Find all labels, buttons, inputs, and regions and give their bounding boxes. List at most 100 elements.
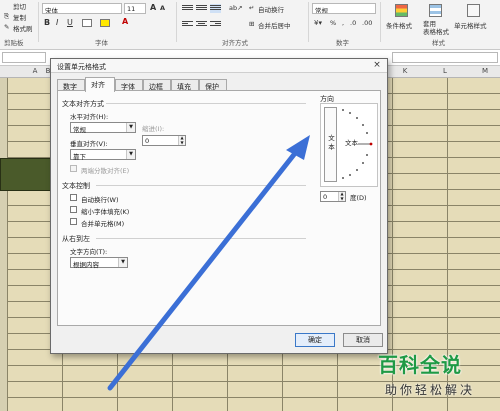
styles-group-label: 样式 <box>432 39 445 47</box>
align-right-icon[interactable] <box>210 20 221 29</box>
shrink-to-fit-checkbox[interactable] <box>70 206 77 213</box>
dial-dot <box>349 112 351 114</box>
copy-button[interactable]: ⎘ 复制 <box>2 10 36 22</box>
shrink-font-button[interactable]: A <box>160 4 165 12</box>
cell-styles-button[interactable]: 单元格样式 <box>452 2 496 34</box>
dial-handle <box>369 142 373 146</box>
close-icon[interactable]: × <box>371 60 383 71</box>
watermark-title: 百科全说 <box>378 353 462 377</box>
dial-dot <box>342 177 344 179</box>
selected-cell-range[interactable] <box>0 158 54 191</box>
format-cells-dialog: 设置单元格格式 × 数字 对齐 字体 边框 填充 保护 文本对齐方式 水平对齐(… <box>50 58 388 354</box>
dial-text-label: 文本 <box>345 137 358 147</box>
format-painter-button[interactable]: ✎ 格式刷 <box>2 21 36 33</box>
ribbon-divider <box>380 2 381 42</box>
dialog-title: 设置单元格格式 <box>57 63 106 71</box>
formula-input[interactable] <box>392 52 498 63</box>
dial-dot <box>366 154 368 156</box>
text-control-heading: 文本控制 <box>62 182 90 190</box>
watermark-subtitle: 助你轻松解决 <box>385 383 476 397</box>
comma-button[interactable]: , <box>342 19 344 27</box>
align-center-icon[interactable] <box>196 20 207 29</box>
copy-icon: ⎘ <box>4 12 10 20</box>
align-middle-icon[interactable] <box>196 4 207 13</box>
border-icon[interactable] <box>82 19 92 27</box>
horizontal-align-select[interactable]: 常规 ▼ <box>70 122 136 134</box>
brush-icon: ✎ <box>4 23 10 31</box>
format-as-table-label: 套用 表格格式 <box>423 20 449 36</box>
column-header[interactable]: M <box>458 67 500 75</box>
section-divider <box>96 185 306 186</box>
section-divider <box>96 238 306 239</box>
stepper-arrows-icon[interactable]: ▲ ▼ <box>338 191 345 201</box>
stepper-arrows-icon[interactable]: ▲ ▼ <box>178 135 185 145</box>
decrease-decimal-button[interactable]: .00 <box>362 19 372 27</box>
shrink-to-fit-label: 缩小字体填充(K) <box>81 208 130 216</box>
wrap-text-label: 自动换行(W) <box>81 196 119 204</box>
align-left-icon[interactable] <box>182 20 193 29</box>
alignment-panel: 文本对齐方式 水平对齐(H): 常规 ▼ 缩进(I): 垂直对齐(V): 0 ▲… <box>57 90 381 326</box>
row-header-bar <box>0 78 8 411</box>
text-direction-label: 文字方向(T): <box>70 248 108 256</box>
underline-button[interactable]: U <box>67 18 73 27</box>
cancel-button[interactable]: 取消 <box>343 333 383 347</box>
degrees-label: 度(D) <box>350 194 367 202</box>
bold-button[interactable]: B <box>44 18 50 27</box>
cell-styles-label: 单元格样式 <box>454 22 487 30</box>
wrap-text-label: 自动换行 <box>258 6 284 14</box>
chevron-down-icon: ▼ <box>118 258 127 267</box>
tab-alignment[interactable]: 对齐 <box>85 77 115 92</box>
vertical-align-label: 垂直对齐(V): <box>70 140 108 148</box>
wrap-text-button[interactable]: ↵ 自动换行 <box>248 2 308 14</box>
ribbon-divider <box>176 2 177 42</box>
name-box[interactable] <box>2 52 46 63</box>
format-as-table-button[interactable]: 套用 表格格式 <box>420 2 450 36</box>
merge-center-button[interactable]: ⊞ 合并后居中 <box>248 18 310 30</box>
wrap-text-checkbox[interactable] <box>70 194 77 201</box>
grow-font-button[interactable]: A <box>150 3 156 12</box>
wrap-icon: ↵ <box>249 4 255 12</box>
indent-stepper[interactable]: 0 ▲ ▼ <box>142 135 186 146</box>
merge-cells-checkbox[interactable] <box>70 218 77 225</box>
ok-button[interactable]: 确定 <box>295 333 335 347</box>
font-size-select[interactable]: 11 <box>124 3 146 14</box>
chevron-down-icon: ▼ <box>126 123 135 132</box>
ribbon-divider <box>308 2 309 42</box>
increase-decimal-button[interactable]: .0 <box>350 19 356 27</box>
ribbon: 剪切 ⎘ 复制 ✎ 格式刷 剪贴板 宋体 11 A A B I U A 字体 a… <box>0 0 500 50</box>
vertical-align-value: 靠下 <box>73 153 86 161</box>
percent-button[interactable]: % <box>330 19 336 27</box>
section-divider <box>106 103 306 104</box>
number-format-select[interactable]: 常规 <box>312 3 376 14</box>
clipboard-group-label: 剪贴板 <box>4 39 24 47</box>
degrees-stepper[interactable]: 0 ▲ ▼ <box>320 191 346 202</box>
font-name-select[interactable]: 宋体 <box>42 3 122 14</box>
indent-label: 缩进(I): <box>142 125 165 133</box>
conditional-format-button[interactable]: 条件格式 <box>384 2 418 34</box>
align-top-icon[interactable] <box>182 4 193 13</box>
dial-dot <box>342 109 344 111</box>
cell-styles-icon <box>467 4 480 17</box>
vertical-align-select[interactable]: 靠下 ▼ <box>70 149 136 161</box>
merge-center-label: 合并后居中 <box>258 22 291 30</box>
font-color-icon[interactable]: A <box>122 17 128 26</box>
dialog-title-bar[interactable]: 设置单元格格式 × <box>51 59 387 73</box>
merge-cells-label: 合并单元格(M) <box>81 220 125 228</box>
orientation-box: 文本 文本 <box>320 103 378 187</box>
dial-dot <box>362 162 364 164</box>
dial-dot <box>362 124 364 126</box>
italic-button[interactable]: I <box>56 18 58 27</box>
cut-button[interactable]: 剪切 <box>2 0 36 11</box>
align-bottom-icon[interactable] <box>210 4 221 13</box>
justify-distributed-checkbox[interactable] <box>70 165 77 172</box>
currency-icon[interactable]: ¥▾ <box>314 19 322 27</box>
text-direction-select[interactable]: 根据内容 ▼ <box>70 257 128 269</box>
fill-color-icon[interactable] <box>100 19 110 27</box>
dial-dot <box>356 117 358 119</box>
orientation-icon[interactable]: ab↗ <box>228 4 243 13</box>
font-group-label: 字体 <box>95 39 108 47</box>
merge-icon: ⊞ <box>249 20 255 28</box>
indent-value: 0 <box>145 137 150 145</box>
vertical-text-button[interactable]: 文本 <box>324 107 337 182</box>
horizontal-align-value: 常规 <box>73 126 86 134</box>
